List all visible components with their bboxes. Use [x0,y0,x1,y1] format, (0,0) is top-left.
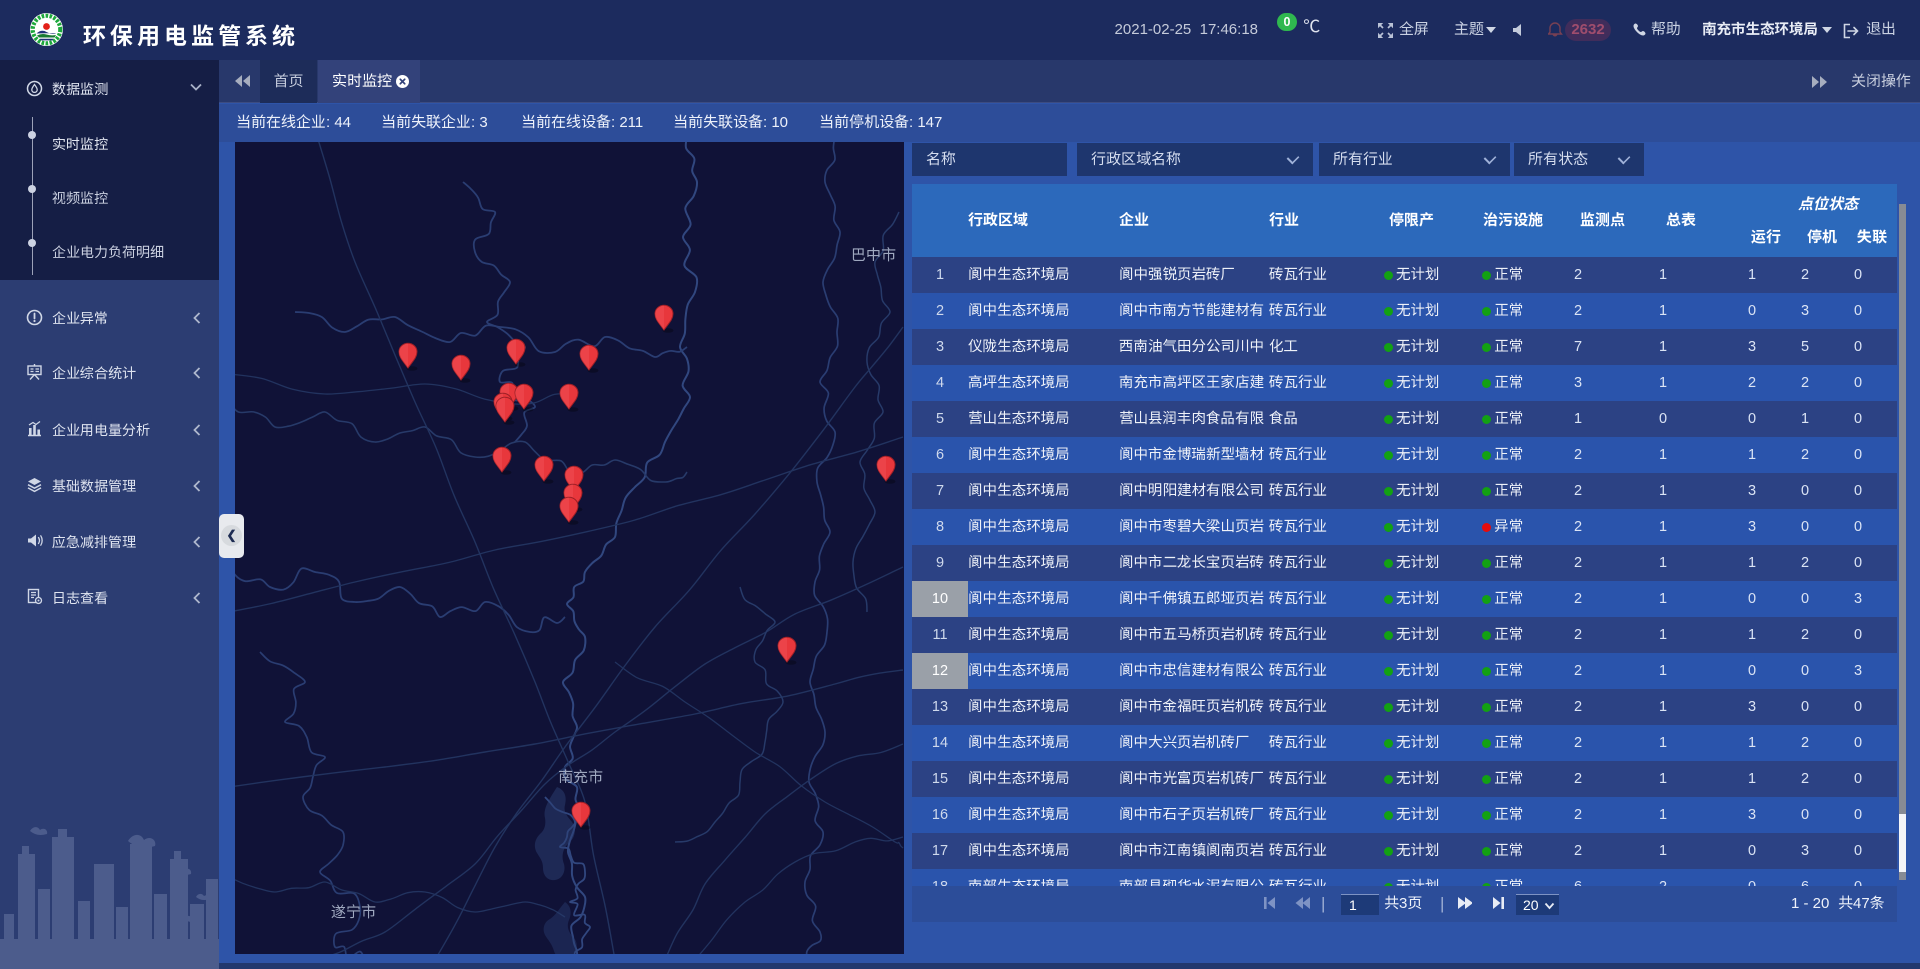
svg-text:巴中市: 巴中市 [851,247,896,264]
svg-text:遂宁市: 遂宁市 [331,904,376,921]
svg-text:南充市: 南充市 [558,769,603,786]
